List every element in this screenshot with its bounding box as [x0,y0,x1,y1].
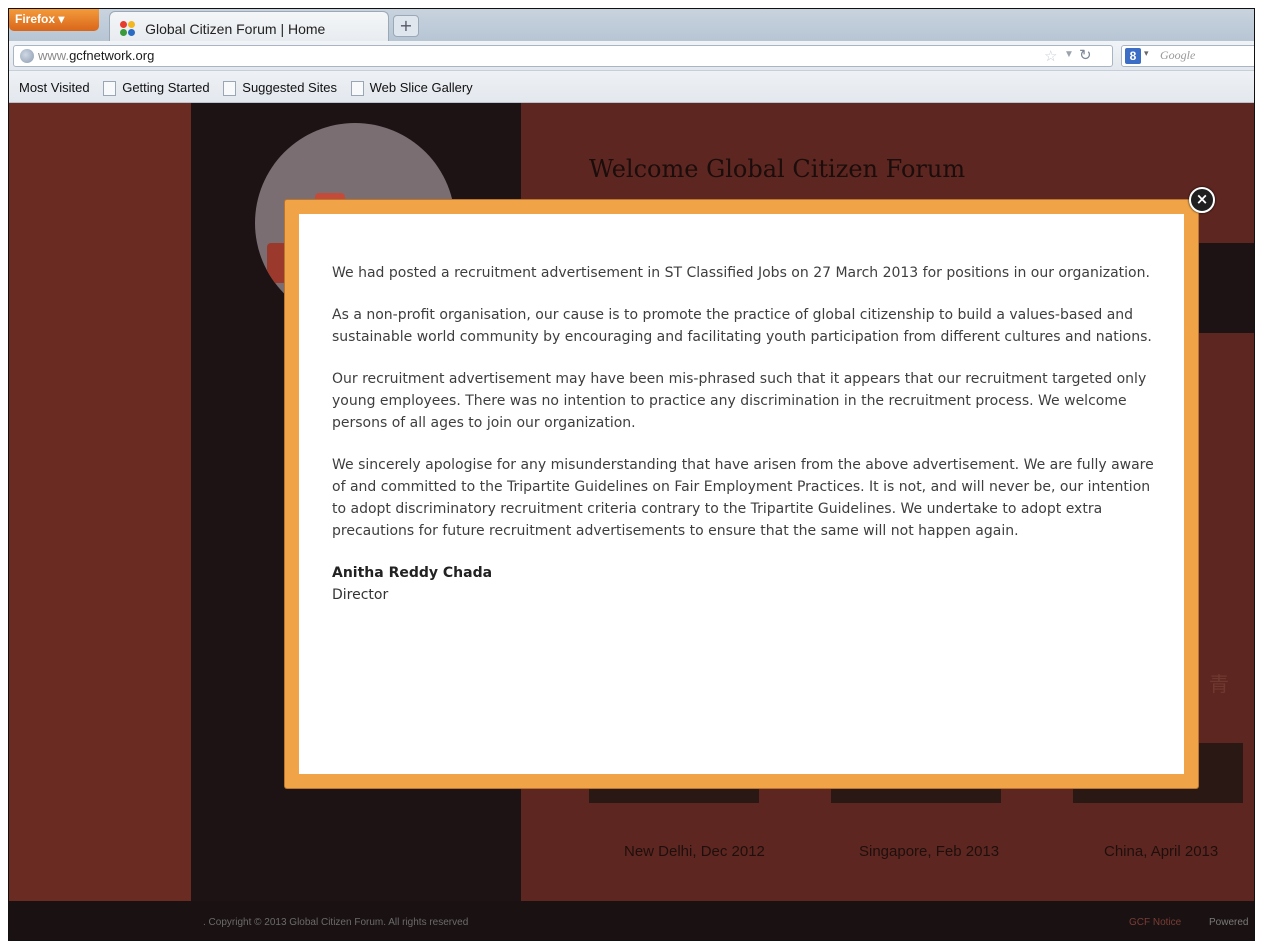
bookmark-label: Getting Started [122,79,210,95]
notice-paragraph-1: We had posted a recruitment advertisemen… [332,265,1150,281]
site-identity-icon[interactable] [20,49,34,63]
tab-strip: Firefox ▾ Global Citizen Forum | Home + [9,9,1254,41]
event-caption-singapore: Singapore, Feb 2013 [859,843,1000,860]
notice-modal: We had posted a recruitment advertisemen… [285,200,1198,788]
reload-icon[interactable]: ↻ [1079,46,1092,64]
notice-modal-content: We had posted a recruitment advertisemen… [299,214,1184,774]
bookmark-most-visited[interactable]: Most Visited [19,80,90,95]
bookmark-page-icon [103,80,117,96]
footer-powered: Powered [1209,917,1249,928]
notice-paragraph-2: As a non-profit organisation, our cause … [332,307,1152,345]
url-prefix: www. [38,48,70,63]
firefox-menu-label: Firefox [15,12,56,26]
bookmark-page-icon [350,80,364,96]
bookmark-label: Web Slice Gallery [369,79,473,95]
poster-glyph: 青 [1209,672,1229,696]
event-caption-new-delhi: New Delhi, Dec 2012 [624,843,765,860]
footer-copyright: . Copyright © 2013 Global Citizen Forum.… [203,917,469,928]
gcf-favicon-icon [120,20,136,37]
bookmark-suggested-sites[interactable]: Suggested Sites [223,80,337,96]
slider-panel [1189,243,1254,333]
bookmark-web-slice-gallery[interactable]: Web Slice Gallery [350,79,473,96]
search-bar[interactable]: 8 ▾ Google [1121,45,1254,67]
event-caption-china: China, April 2013 [1104,843,1219,860]
url-domain: gcfnetwork.org [69,48,155,63]
url-bar[interactable]: www.gcfnetwork.org ☆ ▼ ↻ [13,45,1113,67]
close-modal-button[interactable]: × [1189,187,1215,213]
left-decor-strip [9,103,191,901]
bookmark-star-icon[interactable]: ☆ [1044,47,1057,65]
notice-paragraph-3: Our recruitment advertisement may have b… [332,371,1147,431]
firefox-menu-button[interactable]: Firefox ▾ [9,9,99,31]
page-footer: . Copyright © 2013 Global Citizen Forum.… [9,901,1254,940]
search-engine-icon[interactable]: 8 [1125,48,1141,64]
bookmark-page-icon [223,80,237,96]
bookmark-label: Suggested Sites [242,79,337,95]
notice-paragraph-4: We sincerely apologise for any misunders… [332,457,1154,539]
bookmark-getting-started[interactable]: Getting Started [103,79,210,96]
bookmarks-toolbar: Most Visited Getting Started Suggested S… [9,71,1254,103]
new-tab-button[interactable]: + [393,15,419,37]
signature-name: Anitha Reddy Chada [332,565,493,581]
footer-gcf-notice-link[interactable]: GCF Notice [1129,917,1181,928]
navigation-bar: www.gcfnetwork.org ☆ ▼ ↻ 8 ▾ Google [9,41,1254,71]
history-dropdown-icon[interactable]: ▼ [1064,49,1074,60]
signature-title: Director [332,587,389,603]
tab-global-citizen-forum[interactable]: Global Citizen Forum | Home [109,11,389,41]
search-placeholder: Google [1160,48,1196,62]
search-engine-dropdown-icon[interactable]: ▾ [1144,48,1149,59]
tab-title: Global Citizen Forum | Home [145,20,326,37]
page-title: Welcome Global Citizen Forum [589,155,966,183]
